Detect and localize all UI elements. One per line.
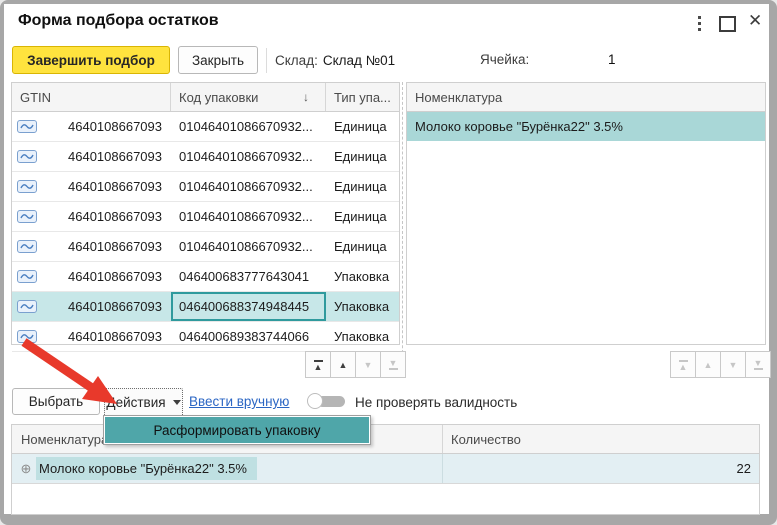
table-row-selected[interactable]: 4640108667093 046400688374948445 Упаковк… bbox=[12, 292, 399, 322]
validity-toggle-label: Не проверять валидность bbox=[355, 395, 518, 410]
go-last-button[interactable]: ▼ bbox=[745, 351, 771, 378]
column-header-gtin[interactable]: GTIN bbox=[12, 83, 171, 111]
cell-value: 1 bbox=[608, 52, 616, 67]
table-row[interactable]: 4640108667093 01046401086670932... Едини… bbox=[12, 112, 399, 142]
table-row[interactable]: 4640108667093 01046401086670932... Едини… bbox=[12, 232, 399, 262]
barcode-mark-icon bbox=[17, 120, 37, 133]
expand-icon[interactable]: ⊕ bbox=[16, 461, 36, 477]
actions-dropdown-button[interactable]: Действия bbox=[104, 388, 183, 417]
table-row[interactable]: 4640108667093 01046401086670932... Едини… bbox=[12, 142, 399, 172]
go-last-button[interactable]: ▼ bbox=[380, 351, 406, 378]
go-down-button[interactable]: ▼ bbox=[720, 351, 746, 378]
go-up-button[interactable]: ▲ bbox=[695, 351, 721, 378]
nomenclature-panel-nav: ▲ ▲ ▼ ▼ bbox=[670, 351, 771, 378]
table-row[interactable]: 4640108667093 046400683777643041 Упаковк… bbox=[12, 262, 399, 292]
panel-splitter[interactable] bbox=[402, 82, 403, 378]
actions-button-label: Действия bbox=[106, 395, 166, 410]
result-row-quantity: 22 bbox=[736, 461, 751, 476]
packages-table-header: GTIN Код упаковки ↓ Тип упа... bbox=[12, 83, 399, 112]
column-header-nomenclature[interactable]: Номенклатура bbox=[407, 83, 765, 111]
table-row[interactable]: 4640108667093 01046401086670932... Едини… bbox=[12, 172, 399, 202]
warehouse-value: Склад №01 bbox=[322, 52, 396, 68]
table-row[interactable]: 4640108667093 046400689383744066 Упаковк… bbox=[12, 322, 399, 352]
selected-cell[interactable]: 046400688374948445 bbox=[171, 292, 326, 321]
nomenclature-panel-header: Номенклатура bbox=[407, 83, 765, 112]
barcode-mark-icon bbox=[17, 150, 37, 163]
sort-desc-icon: ↓ bbox=[303, 90, 309, 104]
form-window: Форма подбора остатков ✕ Завершить подбо… bbox=[4, 4, 771, 515]
warehouse-field: Склад: Склад №01 bbox=[275, 46, 395, 74]
menu-item-unpack[interactable]: Расформировать упаковку bbox=[105, 417, 369, 443]
result-row[interactable]: ⊕ Молоко коровье "Бурёнка22" 3.5% 22 bbox=[12, 454, 759, 484]
barcode-mark-icon bbox=[17, 210, 37, 223]
go-first-button[interactable]: ▲ bbox=[305, 351, 331, 378]
column-header-package-code[interactable]: Код упаковки ↓ bbox=[171, 83, 326, 111]
more-menu-icon[interactable] bbox=[692, 16, 706, 34]
page-title: Форма подбора остатков bbox=[18, 12, 219, 29]
close-icon[interactable]: ✕ bbox=[748, 10, 762, 32]
go-first-button[interactable]: ▲ bbox=[670, 351, 696, 378]
nomenclature-row-selected[interactable]: Молоко коровье "Бурёнка22" 3.5% bbox=[407, 112, 765, 141]
actions-menu: Расформировать упаковку bbox=[103, 415, 371, 445]
barcode-mark-icon bbox=[17, 270, 37, 283]
maximize-icon[interactable] bbox=[719, 16, 736, 32]
warehouse-label: Склад: bbox=[275, 52, 318, 68]
validity-toggle[interactable] bbox=[307, 393, 347, 409]
chevron-down-icon bbox=[172, 400, 181, 405]
select-button[interactable]: Выбрать bbox=[12, 388, 100, 415]
barcode-mark-icon bbox=[17, 180, 37, 193]
go-up-button[interactable]: ▲ bbox=[330, 351, 356, 378]
barcode-mark-icon bbox=[17, 330, 37, 343]
packages-table-nav: ▲ ▲ ▼ ▼ bbox=[305, 351, 406, 378]
packages-table: GTIN Код упаковки ↓ Тип упа... 464010866… bbox=[11, 82, 400, 352]
column-header-quantity[interactable]: Количество bbox=[443, 425, 759, 453]
go-down-button[interactable]: ▼ bbox=[355, 351, 381, 378]
barcode-mark-icon bbox=[17, 240, 37, 253]
table-row[interactable]: 4640108667093 01046401086670932... Едини… bbox=[12, 202, 399, 232]
finish-selection-button[interactable]: Завершить подбор bbox=[12, 46, 170, 74]
column-header-package-type[interactable]: Тип упа... bbox=[326, 83, 399, 111]
close-button[interactable]: Закрыть bbox=[178, 46, 258, 74]
result-row-name: Молоко коровье "Бурёнка22" 3.5% bbox=[36, 457, 257, 480]
nomenclature-panel: Номенклатура Молоко коровье "Бурёнка22" … bbox=[406, 82, 766, 345]
cell-label: Ячейка: bbox=[480, 52, 530, 67]
toolbar-separator bbox=[266, 48, 267, 73]
barcode-mark-icon bbox=[17, 300, 37, 313]
enter-manually-link[interactable]: Ввести вручную bbox=[189, 394, 289, 409]
